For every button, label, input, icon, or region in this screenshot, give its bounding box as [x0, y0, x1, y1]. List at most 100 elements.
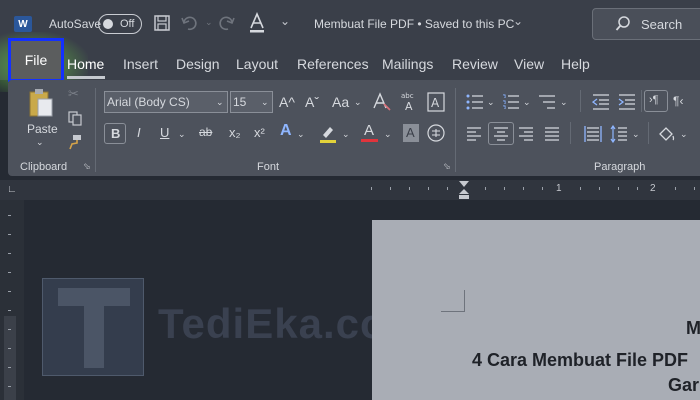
autosave-toggle[interactable]: Off [98, 14, 142, 34]
ruler-tick [8, 310, 11, 311]
tab-review[interactable]: Review [452, 56, 498, 72]
change-case-dropdown-icon[interactable]: ⌄ [354, 97, 362, 108]
ruler-tick [580, 187, 581, 190]
shrink-font-button[interactable]: Aˇ [305, 94, 319, 110]
highlight-color-icon[interactable] [318, 123, 338, 145]
document-title-line[interactable]: M [686, 318, 700, 339]
clipboard-group-label: Clipboard [20, 161, 68, 173]
ruler-tick [8, 253, 11, 254]
search-input[interactable]: Search [592, 8, 700, 40]
align-right-icon[interactable] [518, 126, 534, 142]
tab-insert[interactable]: Insert [123, 56, 158, 72]
ruler-tick [371, 187, 372, 190]
paste-icon[interactable] [28, 88, 54, 118]
cut-icon[interactable]: ✂ [68, 86, 79, 102]
watermark-t-icon [58, 288, 130, 368]
tab-references[interactable]: References [297, 56, 369, 72]
separator [580, 90, 581, 112]
ruler-tick [428, 187, 429, 190]
tab-design[interactable]: Design [176, 56, 220, 72]
grow-font-button[interactable]: A^ [279, 94, 295, 110]
italic-button[interactable]: I [137, 125, 141, 140]
character-border-icon[interactable]: A [427, 92, 445, 112]
align-left-icon[interactable] [466, 126, 482, 142]
indent-marker-icon[interactable] [458, 180, 470, 200]
svg-text:abc: abc [401, 92, 414, 100]
enclose-characters-icon[interactable] [426, 123, 446, 143]
character-shading-button[interactable]: A [403, 124, 419, 142]
format-painter-icon[interactable] [67, 134, 83, 150]
save-icon[interactable] [153, 14, 171, 32]
group-separator [95, 88, 96, 172]
strikethrough-button[interactable]: ab [199, 125, 212, 139]
shading-dropdown-icon[interactable]: ⌄ [680, 129, 688, 140]
tab-mailings[interactable]: Mailings [382, 56, 433, 72]
redo-icon[interactable] [218, 14, 238, 32]
text-effects-button[interactable]: A [280, 122, 292, 140]
font-color-button[interactable]: A [360, 122, 380, 146]
font-color-dropdown-icon[interactable]: ⌄ [384, 129, 392, 140]
decrease-indent-icon[interactable] [592, 94, 610, 110]
phonetic-guide-icon[interactable]: abc A [400, 91, 420, 113]
increase-indent-icon[interactable] [618, 94, 636, 110]
tab-home[interactable]: Home [67, 56, 104, 72]
numbering-icon[interactable] [502, 94, 520, 110]
font-group-label: Font [257, 161, 280, 173]
distributed-icon[interactable] [584, 125, 602, 143]
ruler-tick [8, 348, 11, 349]
ruler-tick [637, 187, 638, 190]
ruler-tick [504, 187, 505, 190]
title-dropdown-icon[interactable]: ⌄ [513, 14, 523, 28]
multilevel-dropdown-icon[interactable]: ⌄ [560, 97, 568, 108]
tab-file[interactable]: File [8, 38, 64, 82]
search-icon [615, 16, 630, 31]
font-color-label: A [364, 122, 375, 139]
clipboard-launcher-icon[interactable]: ⬂ [83, 161, 91, 172]
superscript-button[interactable]: x² [254, 125, 265, 140]
justify-icon[interactable] [544, 126, 560, 142]
change-case-button[interactable]: Aa [332, 94, 349, 110]
tab-help[interactable]: Help [561, 56, 590, 72]
font-name-select[interactable]: Arial (Body CS) ⌄ [104, 91, 228, 113]
paste-button[interactable]: Paste [27, 122, 58, 136]
bold-label: B [111, 126, 121, 141]
underline-button[interactable]: U [160, 125, 169, 140]
line-spacing-dropdown-icon[interactable]: ⌄ [632, 129, 640, 140]
rtl-direction-icon[interactable]: ¶‹ [673, 94, 683, 108]
ltr-direction-button[interactable]: ›¶ [644, 90, 668, 112]
svg-text:A: A [405, 100, 413, 113]
clear-formatting-icon[interactable] [372, 92, 392, 112]
horizontal-ruler[interactable] [0, 180, 700, 200]
document-heading[interactable]: 4 Cara Membuat File PDF [472, 350, 688, 371]
font-color-icon[interactable] [248, 12, 266, 34]
subscript-button[interactable]: x₂ [229, 125, 241, 140]
font-launcher-icon[interactable]: ⬂ [443, 161, 451, 172]
document-title[interactable]: Membuat File PDF • Saved to this PC [314, 17, 514, 31]
svg-text:A: A [431, 96, 440, 110]
copy-icon[interactable] [67, 110, 83, 126]
font-size-select[interactable]: 15 ⌄ [230, 91, 273, 113]
customize-icon[interactable]: ⌄ [280, 14, 290, 28]
shading-icon[interactable] [656, 124, 676, 144]
chevron-down-icon: ⌄ [261, 97, 269, 107]
ruler-tick [675, 187, 676, 190]
document-page[interactable] [372, 220, 700, 400]
tab-layout[interactable]: Layout [236, 56, 278, 72]
line-spacing-icon[interactable] [610, 125, 628, 143]
paste-dropdown-icon[interactable]: ⌄ [36, 137, 44, 148]
text-effects-dropdown-icon[interactable]: ⌄ [297, 129, 305, 140]
numbering-dropdown-icon[interactable]: ⌄ [523, 97, 531, 108]
undo-icon[interactable] [180, 14, 202, 32]
bullets-dropdown-icon[interactable]: ⌄ [487, 97, 495, 108]
highlight-dropdown-icon[interactable]: ⌄ [342, 129, 350, 140]
ruler-tick [8, 367, 11, 368]
multilevel-list-icon[interactable] [538, 94, 556, 110]
tab-view[interactable]: View [514, 56, 544, 72]
underline-dropdown-icon[interactable]: ⌄ [178, 129, 186, 140]
document-heading-line2[interactable]: Gar [668, 375, 699, 396]
undo-dropdown-icon[interactable]: ⌄ [205, 17, 213, 28]
align-center-button[interactable] [488, 122, 514, 145]
bold-button[interactable]: B [104, 123, 126, 144]
tab-selector-icon[interactable]: ∟ [7, 184, 17, 195]
bullets-icon[interactable] [466, 94, 484, 110]
